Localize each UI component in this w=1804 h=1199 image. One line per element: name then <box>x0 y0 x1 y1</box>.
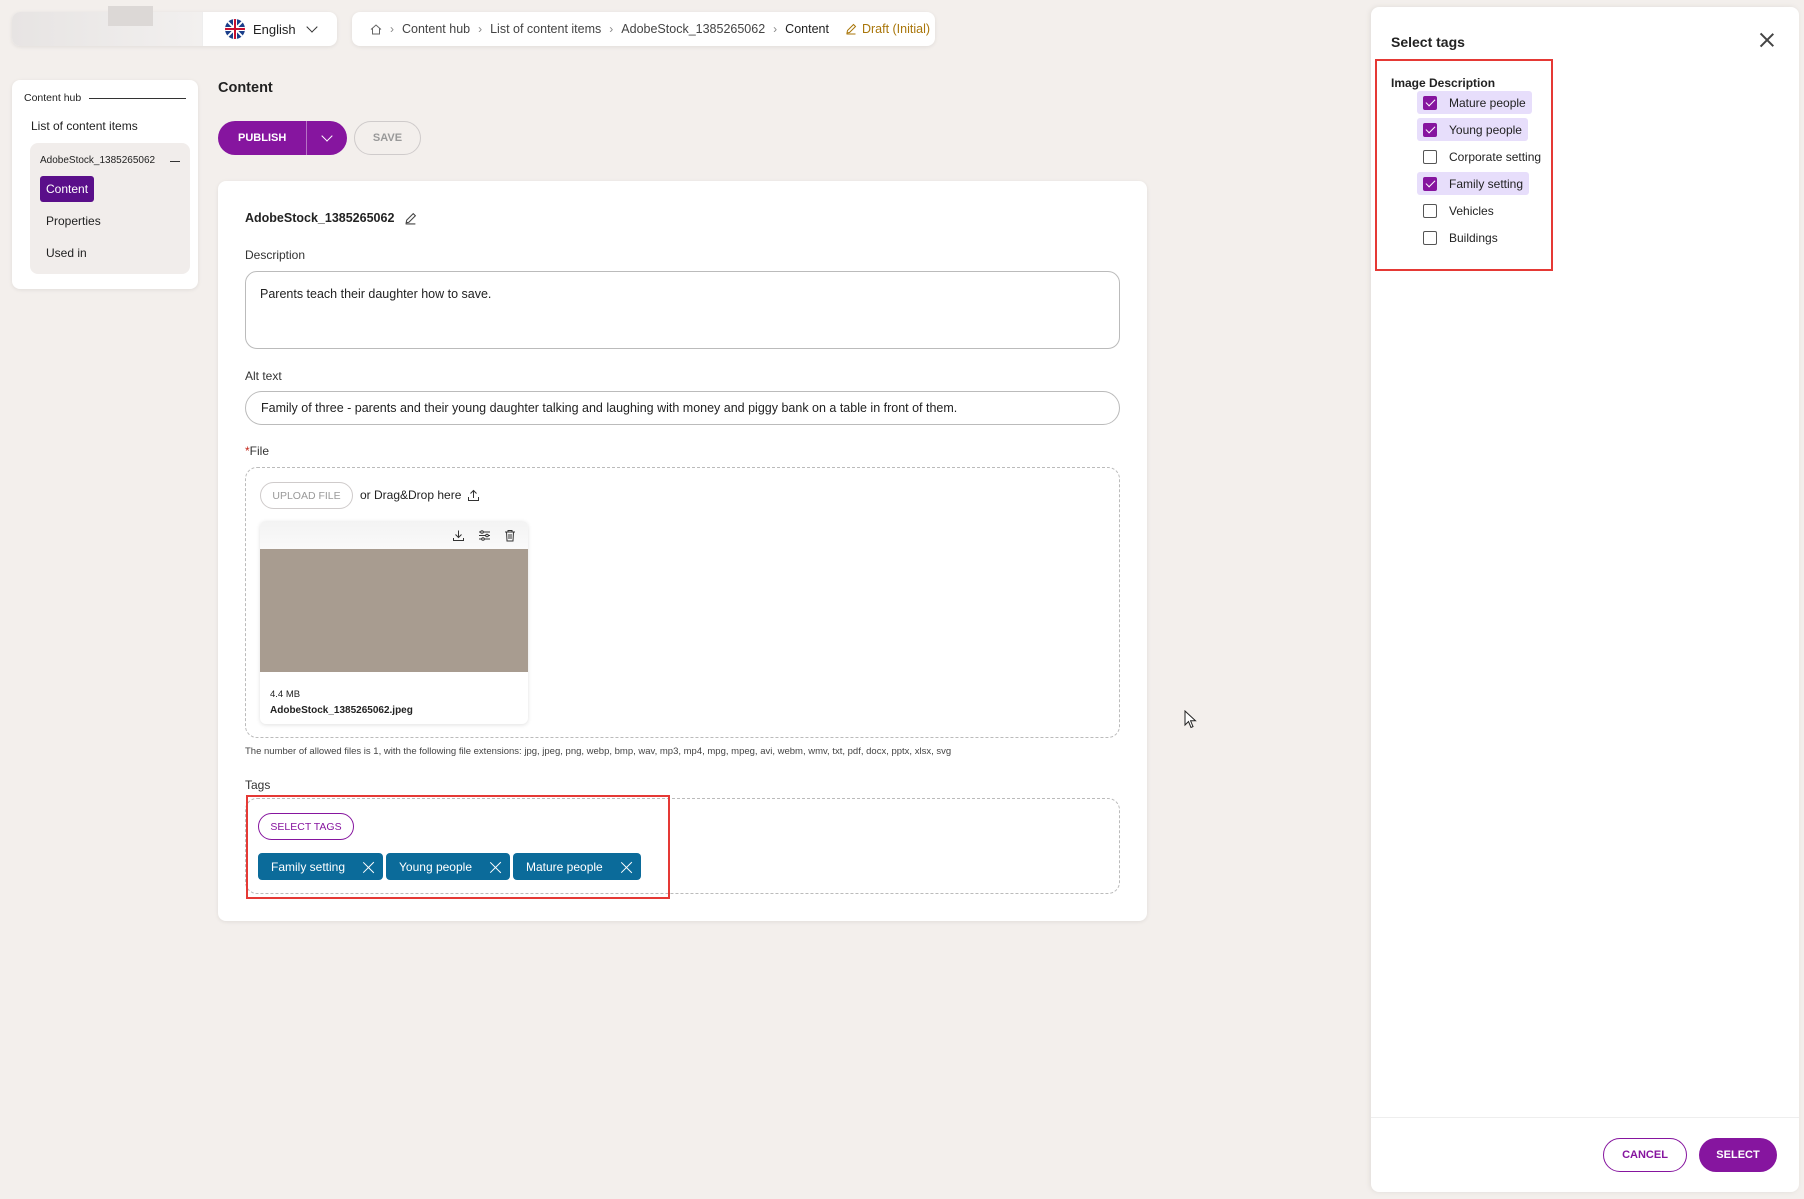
close-icon[interactable] <box>1757 30 1777 50</box>
file-label: *File <box>245 444 270 458</box>
checkbox[interactable] <box>1423 203 1437 218</box>
download-icon[interactable] <box>450 527 466 543</box>
tag-group-title: Image Description <box>1391 76 1496 90</box>
breadcrumb-separator: › <box>773 22 778 36</box>
edit-icon[interactable] <box>404 212 417 225</box>
chevron-down-icon <box>305 21 318 33</box>
app-switcher-bar: English <box>12 6 337 46</box>
publish-button[interactable]: PUBLISH <box>218 121 308 155</box>
checkbox[interactable] <box>1423 176 1437 191</box>
cancel-button[interactable]: CANCEL <box>1603 1138 1687 1172</box>
select-button[interactable]: SELECT <box>1699 1138 1777 1172</box>
draft-status: Draft (Initial) <box>845 22 930 36</box>
draft-status-label: Draft (Initial) <box>861 22 931 36</box>
collapse-icon[interactable] <box>170 161 180 162</box>
nav-asset-group: AdobeStock_1385265062 Content Properties… <box>30 143 190 274</box>
publish-options-button[interactable] <box>307 121 347 155</box>
breadcrumb-item-list[interactable]: List of content items <box>490 22 601 36</box>
drag-drop-hint: or Drag&Drop here <box>360 488 480 502</box>
breadcrumb: › Content hub › List of content items › … <box>352 12 935 46</box>
drawer-footer-divider <box>1371 1117 1799 1118</box>
description-field[interactable]: Parents teach their daughter how to save… <box>245 271 1120 349</box>
breadcrumb-separator: › <box>390 22 394 36</box>
tag-options-list: Mature people Young people Corporate set… <box>1417 91 1547 253</box>
upload-file-button[interactable]: UPLOAD FILE <box>260 482 353 509</box>
nav-item-content[interactable]: Content <box>40 176 95 202</box>
description-label: Description <box>245 248 306 262</box>
publish-split-button: PUBLISH <box>218 121 348 155</box>
file-dropzone[interactable]: UPLOAD FILE or Drag&Drop here 4.4 MB Ado… <box>245 467 1120 738</box>
checkbox[interactable] <box>1423 122 1437 137</box>
asset-title: AdobeStock_1385265062 <box>245 211 417 225</box>
content-form: AdobeStock_1385265062 Description Parent… <box>218 181 1147 921</box>
home-icon[interactable] <box>370 23 382 35</box>
breadcrumb-separator: › <box>478 22 483 36</box>
alt-text-label: Alt text <box>245 369 282 383</box>
tag-option-family-setting[interactable]: Family setting <box>1417 172 1530 195</box>
image-thumbnail[interactable] <box>260 549 528 672</box>
nav-item-properties[interactable]: Properties <box>40 208 107 234</box>
breadcrumb-item-asset[interactable]: AdobeStock_1385265062 <box>621 22 765 36</box>
file-size: 4.4 MB <box>270 689 301 700</box>
settings-sliders-icon[interactable] <box>476 527 492 543</box>
asset-title-text: AdobeStock_1385265062 <box>245 211 395 225</box>
tag-option-corporate-setting[interactable]: Corporate setting <box>1417 145 1547 168</box>
tag-option-mature-people[interactable]: Mature people <box>1417 91 1532 114</box>
tag-option-vehicles[interactable]: Vehicles <box>1417 199 1500 222</box>
checkbox[interactable] <box>1423 149 1437 164</box>
highlight-frame <box>246 795 670 899</box>
nav-item-used-in[interactable]: Used in <box>40 240 93 266</box>
checkbox[interactable] <box>1423 95 1437 110</box>
file-preview-card: 4.4 MB AdobeStock_1385265062.jpeg <box>260 521 528 724</box>
mouse-cursor-icon <box>1184 710 1197 729</box>
left-navigation: Content hub List of content items AdobeS… <box>12 80 198 289</box>
uk-flag-icon <box>225 19 245 39</box>
app-logo[interactable] <box>12 6 202 46</box>
nav-asset-title[interactable]: AdobeStock_1385265062 <box>40 155 180 166</box>
tag-option-buildings[interactable]: Buildings <box>1417 226 1504 249</box>
checkbox[interactable] <box>1423 230 1437 245</box>
trash-icon[interactable] <box>502 527 518 543</box>
upload-icon <box>468 489 480 501</box>
file-toolbar <box>260 521 528 549</box>
select-tags-drawer: Select tags Image Description Mature peo… <box>1371 7 1799 1192</box>
page-title: Content <box>218 80 273 96</box>
breadcrumb-separator: › <box>609 22 614 36</box>
tag-option-young-people[interactable]: Young people <box>1417 118 1528 141</box>
file-rules-hint: The number of allowed files is 1, with t… <box>245 746 952 757</box>
drawer-title: Select tags <box>1391 34 1465 50</box>
tags-label: Tags <box>245 778 271 792</box>
language-label: English <box>253 21 296 37</box>
breadcrumb-item-current: Content <box>785 22 829 36</box>
chevron-down-icon <box>321 130 333 142</box>
breadcrumb-item-content-hub[interactable]: Content hub <box>402 22 470 36</box>
nav-list-of-content-items[interactable]: List of content items <box>31 119 186 133</box>
nav-content-hub[interactable]: Content hub <box>24 92 186 104</box>
alt-text-field[interactable]: Family of three - parents and their youn… <box>245 391 1120 425</box>
file-name: AdobeStock_1385265062.jpeg <box>270 705 413 716</box>
pencil-icon <box>846 23 857 35</box>
language-select[interactable]: English <box>202 12 337 46</box>
save-button[interactable]: SAVE <box>354 121 421 155</box>
